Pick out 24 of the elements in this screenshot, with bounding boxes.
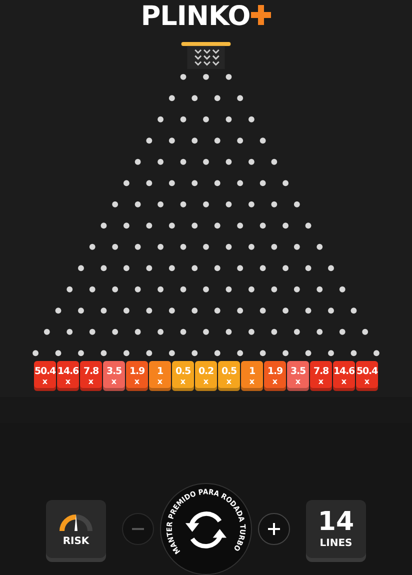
lines-button[interactable]: 14 LINES	[306, 500, 366, 558]
multiplier-slot: 14.6 x	[57, 361, 79, 392]
multiplier-slot: 1.9 x	[264, 361, 286, 392]
multiplier-slot: 0.2 x	[195, 361, 217, 392]
multiplier-slot: 50.4 x	[34, 361, 56, 392]
multiplier-slot: 1.9 x	[126, 361, 148, 392]
multiplier-slot: 3.5 x	[103, 361, 125, 392]
multiplier-slot: 1 x	[149, 361, 171, 392]
multiplier-slot: 50.4 x	[356, 361, 378, 392]
multiplier-slot: 7.8 x	[80, 361, 102, 392]
minus-button[interactable]	[122, 512, 154, 545]
multiplier-slot: 0.5 x	[172, 361, 194, 392]
multiplier-slot: 0.5 x	[218, 361, 240, 392]
logo-text: PLINKO	[140, 2, 250, 32]
plus-icon	[251, 4, 272, 25]
minus-icon	[132, 528, 144, 530]
multiplier-slot: 14.6 x	[333, 361, 355, 392]
plus-icon	[267, 522, 281, 536]
multiplier-slot: 7.8 x	[310, 361, 332, 392]
ball-dropper-icon	[181, 42, 231, 70]
plus-button[interactable]	[258, 512, 290, 545]
multiplier-slot: 3.5 x	[287, 361, 309, 392]
multiplier-slot: 1 x	[241, 361, 263, 392]
risk-button[interactable]: RISK	[46, 500, 106, 558]
